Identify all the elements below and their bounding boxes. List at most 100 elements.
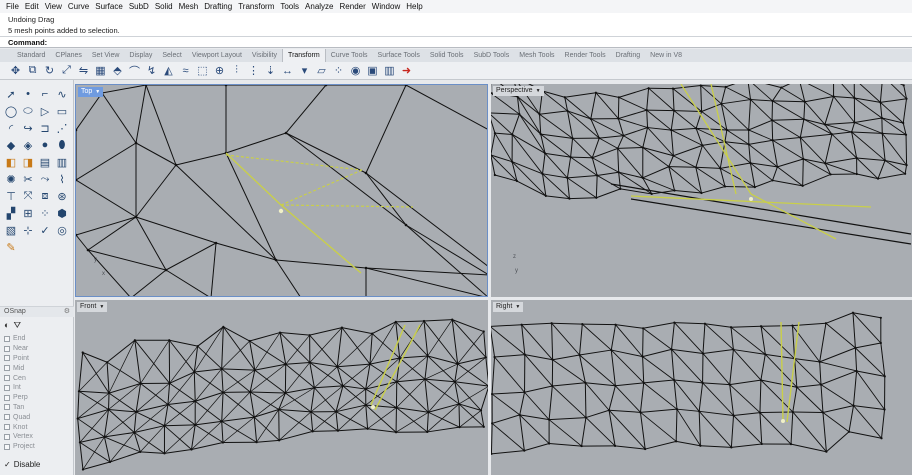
tab-surface-tools[interactable]: Surface Tools [373, 52, 425, 59]
analyze-icon[interactable]: ◎ [54, 222, 70, 238]
subd-icon[interactable]: ◨ [20, 154, 36, 170]
offset-icon[interactable]: ⊐ [37, 120, 53, 136]
menu-subd[interactable]: SubD [127, 2, 153, 11]
check-icon[interactable]: ✓ [37, 222, 53, 238]
check-icon[interactable]: ✓ [4, 460, 11, 469]
tab-standard[interactable]: Standard [12, 52, 50, 59]
menu-edit[interactable]: Edit [23, 2, 43, 11]
tab-display[interactable]: Display [124, 52, 157, 59]
checkbox[interactable] [4, 433, 10, 440]
tab-render-tools[interactable]: Render Tools [560, 52, 611, 59]
tab-solid-tools[interactable]: Solid Tools [425, 52, 469, 59]
trim-icon[interactable]: ⌇ [54, 171, 70, 187]
polyline-icon[interactable]: ⌐ [37, 86, 53, 102]
explode-icon[interactable]: ✺ [3, 171, 19, 187]
boolean-icon[interactable]: ◧ [3, 154, 19, 170]
checkbox[interactable] [4, 384, 10, 391]
tab-curve-tools[interactable]: Curve Tools [326, 52, 373, 59]
tab-cplanes[interactable]: CPlanes [50, 52, 86, 59]
menu-file[interactable]: File [4, 2, 23, 11]
osnap-vertex[interactable]: Vertex [4, 432, 35, 442]
soft-move-icon[interactable]: ⊕ [212, 64, 227, 78]
osnap-point[interactable]: Point [4, 354, 35, 364]
checkbox[interactable] [4, 404, 10, 411]
checkbox[interactable] [4, 355, 10, 362]
menu-surface[interactable]: Surface [93, 2, 127, 11]
scale-icon[interactable]: ⤢ [59, 64, 74, 78]
array-icon[interactable]: ⁘ [37, 205, 53, 221]
checkbox[interactable] [4, 365, 10, 372]
group-icon[interactable]: ⧈ [37, 188, 53, 204]
menu-drafting[interactable]: Drafting [202, 2, 236, 11]
ellipse-icon[interactable]: ⬭ [20, 103, 36, 119]
point-icon[interactable]: • [20, 86, 36, 102]
menu-tools[interactable]: Tools [278, 2, 303, 11]
tab-subd-tools[interactable]: SubD Tools [469, 52, 515, 59]
checkbox[interactable] [4, 345, 10, 352]
osnap-project[interactable]: Project [4, 442, 35, 452]
menu-window[interactable]: Window [370, 2, 404, 11]
render-icon[interactable]: ✎ [3, 239, 19, 255]
rotate-icon[interactable]: ↻ [42, 64, 57, 78]
checkbox[interactable] [4, 394, 10, 401]
stretch-icon[interactable]: ↔ [280, 64, 295, 78]
viewport-splitter-vertical[interactable] [488, 84, 491, 475]
checkbox[interactable] [4, 375, 10, 382]
osnap-tan[interactable]: Tan [4, 403, 35, 413]
cylinder-icon[interactable]: ⬮ [54, 137, 70, 153]
tab-mesh-tools[interactable]: Mesh Tools [514, 52, 559, 59]
chevron-down-icon[interactable]: ▼ [536, 86, 541, 96]
twist-icon[interactable]: ↯ [144, 64, 159, 78]
menu-transform[interactable]: Transform [236, 2, 278, 11]
split-icon[interactable]: ✂ [20, 171, 36, 187]
select-arrow-icon[interactable]: ➚ [3, 86, 19, 102]
align-icon[interactable]: ⫶ [229, 64, 244, 78]
hatch-icon[interactable]: ▞ [3, 205, 19, 221]
top-wireframe[interactable] [76, 85, 488, 297]
cage-icon[interactable]: ⬚ [195, 64, 210, 78]
menu-analyze[interactable]: Analyze [303, 2, 337, 11]
command-prompt[interactable]: Command: [0, 37, 912, 48]
viewport-right[interactable]: Right ▼ [491, 300, 912, 475]
project-icon[interactable]: ⇣ [263, 64, 278, 78]
snap-icon[interactable]: ⊹ [20, 222, 36, 238]
tab-select[interactable]: Select [157, 52, 186, 59]
checkbox[interactable] [4, 335, 10, 342]
panel-options-icon[interactable]: ⚙ [64, 307, 70, 317]
viewport-perspective[interactable]: Perspective ▼ z y [491, 84, 912, 297]
copy-icon[interactable]: ⧉ [25, 64, 40, 78]
checkbox[interactable] [4, 424, 10, 431]
viewport-front[interactable]: Front ▼ [75, 300, 488, 475]
menu-curve[interactable]: Curve [66, 2, 93, 11]
explode-icon[interactable]: ▥ [382, 64, 397, 78]
chevron-down-icon[interactable]: ▼ [515, 302, 520, 312]
tab-drafting[interactable]: Drafting [611, 52, 646, 59]
array-icon[interactable]: ▦ [93, 64, 108, 78]
set-points-icon[interactable]: ⁘ [331, 64, 346, 78]
viewport-label-right[interactable]: Right ▼ [493, 302, 524, 312]
right-wireframe[interactable] [491, 300, 912, 475]
fillet-icon[interactable]: ↪ [20, 120, 36, 136]
osnap-cen[interactable]: Cen [4, 373, 35, 383]
flow-icon[interactable]: ≈ [178, 64, 193, 78]
transform-icon[interactable]: ⤧ [20, 188, 36, 204]
osnap-disable[interactable]: ✓ Disable [4, 460, 40, 469]
orient-icon[interactable]: ⬘ [110, 64, 125, 78]
perspective-wireframe[interactable] [491, 84, 912, 297]
transform-icon[interactable]: ▣ [365, 64, 380, 78]
join-icon[interactable]: ⤳ [37, 171, 53, 187]
extend-icon[interactable]: ⋰ [54, 120, 70, 136]
cap-icon[interactable]: ▥ [54, 154, 70, 170]
viewport-top[interactable]: Top ▼ y x [75, 84, 488, 297]
viewport-splitter-horizontal[interactable] [75, 297, 912, 300]
mirror-icon[interactable]: ⇋ [76, 64, 91, 78]
text-icon[interactable]: ⊛ [54, 188, 70, 204]
taper-icon[interactable]: ◭ [161, 64, 176, 78]
polygon-icon[interactable]: ▷ [37, 103, 53, 119]
viewport-label-front[interactable]: Front ▼ [77, 302, 108, 312]
smash-icon[interactable]: ▾ [297, 64, 312, 78]
rectangle-icon[interactable]: ▭ [54, 103, 70, 119]
shear-icon[interactable]: ▱ [314, 64, 329, 78]
osnap-near[interactable]: Near [4, 344, 35, 354]
mesh-icon[interactable]: ▤ [37, 154, 53, 170]
